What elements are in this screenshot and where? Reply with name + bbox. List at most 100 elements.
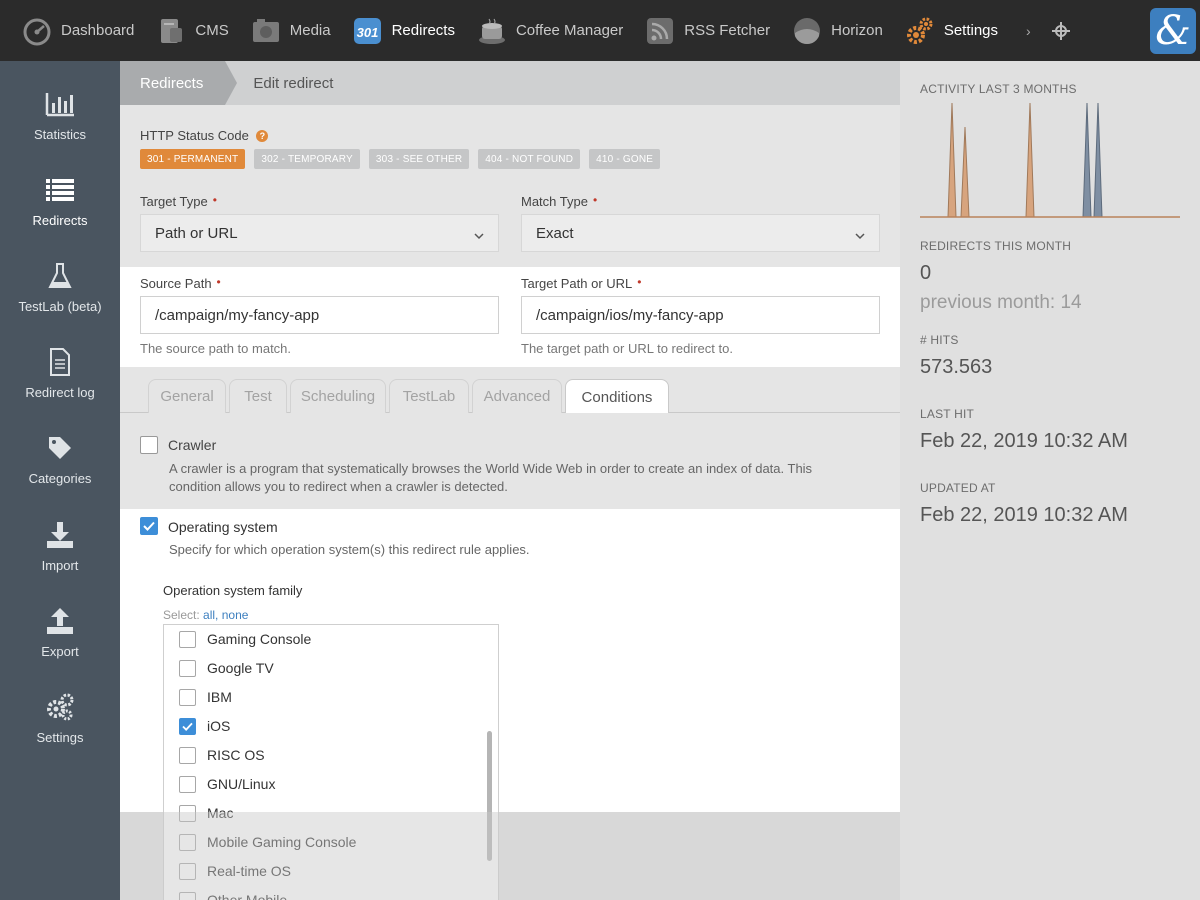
- os-option-label: Other Mobile: [207, 892, 288, 900]
- select-all-link[interactable]: all,: [203, 608, 218, 622]
- os-checkbox-checked[interactable]: [179, 718, 196, 735]
- sidebar-item-label: Categories: [28, 470, 92, 486]
- sidebar-item-categories[interactable]: Categories: [0, 416, 120, 502]
- list-item[interactable]: Mac: [164, 799, 484, 828]
- sidebar-item-redirects[interactable]: Redirects: [0, 158, 120, 244]
- operating-system-checkbox[interactable]: [140, 517, 158, 535]
- status-410-button[interactable]: 410 - GONE: [589, 149, 661, 169]
- sidebar-item-import[interactable]: Import: [0, 503, 120, 589]
- match-type-select[interactable]: Exact: [521, 214, 880, 252]
- os-checkbox[interactable]: [179, 892, 196, 900]
- target-path-input[interactable]: /campaign/ios/my-fancy-app: [521, 296, 880, 334]
- os-option-label: GNU/Linux: [207, 776, 276, 792]
- download-icon: [45, 520, 75, 550]
- topnav-dashboard[interactable]: Dashboard: [0, 0, 134, 61]
- target-type-select[interactable]: Path or URL: [140, 214, 499, 252]
- tab-conditions[interactable]: Conditions: [565, 379, 669, 414]
- media-icon: [251, 16, 281, 46]
- tab-test[interactable]: Test: [229, 379, 287, 413]
- os-checkbox[interactable]: [179, 631, 196, 648]
- topnav-label: Redirects: [391, 22, 455, 39]
- sidebar: Statistics Redirects TestLab (beta) Redi…: [0, 61, 120, 900]
- target-type-label-row: Target Type •: [140, 193, 217, 211]
- app-logo[interactable]: &: [1150, 8, 1196, 54]
- breadcrumb-redirects-link[interactable]: Redirects: [120, 61, 238, 105]
- list-item[interactable]: Real-time OS: [164, 857, 484, 886]
- list-item[interactable]: Gaming Console: [164, 625, 484, 654]
- topnav-label: CMS: [195, 22, 229, 39]
- crawler-condition: Crawler A crawler is a program that syst…: [120, 413, 900, 509]
- tab-advanced[interactable]: Advanced: [472, 379, 562, 413]
- match-type-label: Match Type: [521, 194, 588, 209]
- sidebar-item-label: Redirects: [32, 212, 88, 228]
- tab-testlab[interactable]: TestLab: [389, 379, 469, 413]
- match-type-value: Exact: [536, 224, 574, 242]
- os-checkbox[interactable]: [179, 660, 196, 677]
- logo-glyph: &: [1155, 8, 1191, 54]
- target-type-value: Path or URL: [155, 224, 238, 242]
- target-path-value: /campaign/ios/my-fancy-app: [536, 306, 724, 324]
- activity-spike: [1082, 102, 1092, 218]
- topnav-coffee-manager[interactable]: Coffee Manager: [455, 0, 623, 61]
- select-none-link[interactable]: none: [222, 608, 249, 622]
- required-mark: •: [637, 275, 642, 289]
- os-option-label: Mac: [207, 805, 234, 821]
- required-mark: •: [212, 193, 217, 207]
- hits-title: # HITS: [920, 333, 959, 347]
- list-item[interactable]: RISC OS: [164, 741, 484, 770]
- coffee-icon: [477, 16, 507, 46]
- topnav-rss-fetcher[interactable]: RSS Fetcher: [623, 0, 770, 61]
- status-301-button[interactable]: 301 - PERMANENT: [140, 149, 246, 169]
- gears-icon: [905, 16, 935, 46]
- topnav-media[interactable]: Media: [229, 0, 331, 61]
- crawler-description-line: A crawler is a program that systematical…: [169, 461, 813, 476]
- list-item[interactable]: Mobile Gaming Console: [164, 828, 484, 857]
- os-checkbox[interactable]: [179, 689, 196, 706]
- list-item[interactable]: IBM: [164, 683, 484, 712]
- required-mark: •: [216, 275, 221, 289]
- sidebar-item-redirect-log[interactable]: Redirect log: [0, 330, 120, 416]
- rss-icon: [645, 16, 675, 46]
- list-item[interactable]: Other Mobile: [164, 886, 484, 900]
- more-chevron-icon[interactable]: ›: [1026, 23, 1031, 39]
- select-links: Select: all, none: [163, 608, 248, 622]
- crawler-checkbox[interactable]: [140, 436, 158, 454]
- os-checkbox[interactable]: [179, 747, 196, 764]
- sidebar-item-statistics[interactable]: Statistics: [0, 72, 120, 158]
- sidebar-item-settings[interactable]: Settings: [0, 675, 120, 761]
- topnav-redirects[interactable]: 301 Redirects: [331, 0, 455, 61]
- status-404-button[interactable]: 404 - NOT FOUND: [478, 149, 581, 169]
- move-crosshair-icon[interactable]: [1051, 21, 1071, 41]
- source-path-input[interactable]: /campaign/my-fancy-app: [140, 296, 499, 334]
- sidebar-item-testlab[interactable]: TestLab (beta): [0, 244, 120, 330]
- os-checkbox[interactable]: [179, 776, 196, 793]
- topnav-horizon[interactable]: Horizon: [770, 0, 883, 61]
- tab-general[interactable]: General: [148, 379, 226, 413]
- chevron-down-icon: [474, 228, 484, 240]
- upload-icon: [45, 606, 75, 636]
- os-checkbox[interactable]: [179, 863, 196, 880]
- status-302-button[interactable]: 302 - TEMPORARY: [254, 149, 360, 169]
- tab-scheduling[interactable]: Scheduling: [290, 379, 386, 413]
- sidebar-item-label: Export: [41, 643, 79, 659]
- os-option-label: Google TV: [207, 660, 274, 676]
- list-item[interactable]: Google TV: [164, 654, 484, 683]
- source-path-hint: The source path to match.: [140, 341, 292, 356]
- topnav-settings[interactable]: Settings: [883, 0, 998, 61]
- list-item[interactable]: GNU/Linux: [164, 770, 484, 799]
- os-family-list[interactable]: Gaming Console Google TV IBM iOS RISC OS…: [163, 624, 499, 900]
- hits-value: 573.563: [920, 356, 993, 378]
- topnav-cms[interactable]: CMS: [134, 0, 229, 61]
- gauge-icon: [22, 16, 52, 46]
- os-option-label: Mobile Gaming Console: [207, 834, 357, 850]
- os-checkbox[interactable]: [179, 834, 196, 851]
- sidebar-item-label: TestLab (beta): [18, 298, 102, 314]
- os-option-label: RISC OS: [207, 747, 265, 763]
- list-item[interactable]: iOS: [164, 712, 484, 741]
- help-icon[interactable]: ?: [256, 129, 269, 142]
- os-checkbox[interactable]: [179, 805, 196, 822]
- sidebar-item-export[interactable]: Export: [0, 589, 120, 675]
- list-scrollbar[interactable]: [487, 731, 492, 861]
- bar-chart-icon: [45, 89, 75, 119]
- status-303-button[interactable]: 303 - SEE OTHER: [368, 149, 470, 169]
